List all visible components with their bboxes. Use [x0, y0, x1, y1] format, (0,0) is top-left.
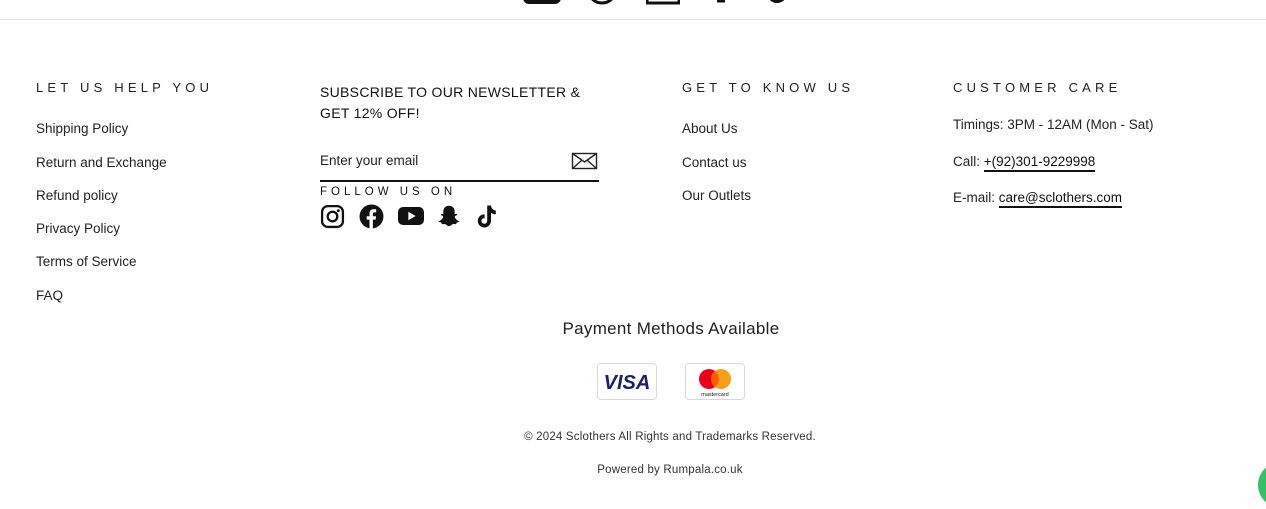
facebook-icon[interactable]: [586, 0, 618, 5]
follow-us-label: FOLLOW US ON: [320, 186, 457, 198]
link-contact-us[interactable]: Contact us: [682, 155, 747, 170]
email-label: E-mail:: [953, 190, 996, 205]
link-faq[interactable]: FAQ: [36, 288, 63, 303]
help-title: LET US HELP YOU: [36, 80, 214, 95]
mastercard-logo-text: mastercard: [701, 392, 729, 398]
powered-by-text[interactable]: Powered by Rumpala.co.uk: [0, 464, 1266, 476]
envelope-icon: [571, 152, 598, 170]
tiktok-icon[interactable]: [476, 203, 515, 229]
youtube-icon[interactable]: [523, 0, 561, 5]
link-shipping-policy[interactable]: Shipping Policy: [36, 121, 128, 136]
visa-logo-text: VISA: [604, 372, 651, 392]
email-input[interactable]: [320, 147, 560, 173]
youtube-icon[interactable]: [398, 203, 437, 229]
email-icon[interactable]: [646, 0, 680, 5]
top-divider: [0, 0, 1266, 20]
payment-methods: VISA mastercard: [597, 363, 745, 400]
social-icons: [320, 203, 515, 229]
link-about-us[interactable]: About Us: [682, 121, 738, 136]
facebook-icon[interactable]: [359, 203, 398, 229]
link-refund-policy[interactable]: Refund policy: [36, 188, 118, 203]
care-phone-line: Call: +(92)301-9229998: [953, 154, 1096, 172]
phone-link[interactable]: +(92)301-9229998: [983, 154, 1096, 172]
care-email-line: E-mail: care@sclothers.com: [953, 190, 1123, 208]
visa-card-icon: VISA: [597, 363, 657, 400]
customer-care-title: CUSTOMER CARE: [953, 80, 1122, 95]
newsletter-title: SUBSCRIBE TO OUR NEWSLETTER & GET 12% OF…: [320, 84, 581, 121]
link-our-outlets[interactable]: Our Outlets: [682, 188, 751, 203]
link-privacy-policy[interactable]: Privacy Policy: [36, 221, 120, 236]
pinterest-icon[interactable]: [715, 0, 729, 5]
mastercard-card-icon: mastercard: [685, 363, 745, 400]
instagram-icon[interactable]: [320, 203, 359, 229]
about-title: GET TO KNOW US: [682, 80, 855, 95]
link-return-exchange[interactable]: Return and Exchange: [36, 155, 167, 170]
payment-methods-title: Payment Methods Available: [562, 319, 780, 338]
newsletter-form: [320, 147, 599, 182]
email-link[interactable]: care@sclothers.com: [998, 190, 1123, 208]
snapchat-icon[interactable]: [437, 203, 476, 229]
call-label: Call:: [953, 154, 981, 169]
whatsapp-icon[interactable]: [763, 0, 791, 5]
subscribe-button[interactable]: [571, 151, 599, 173]
care-timings: Timings: 3PM - 12AM (Mon - Sat): [953, 117, 1154, 132]
link-terms-of-service[interactable]: Terms of Service: [36, 254, 137, 269]
copyright-text: © 2024 Sclothers All Rights and Trademar…: [524, 431, 816, 443]
